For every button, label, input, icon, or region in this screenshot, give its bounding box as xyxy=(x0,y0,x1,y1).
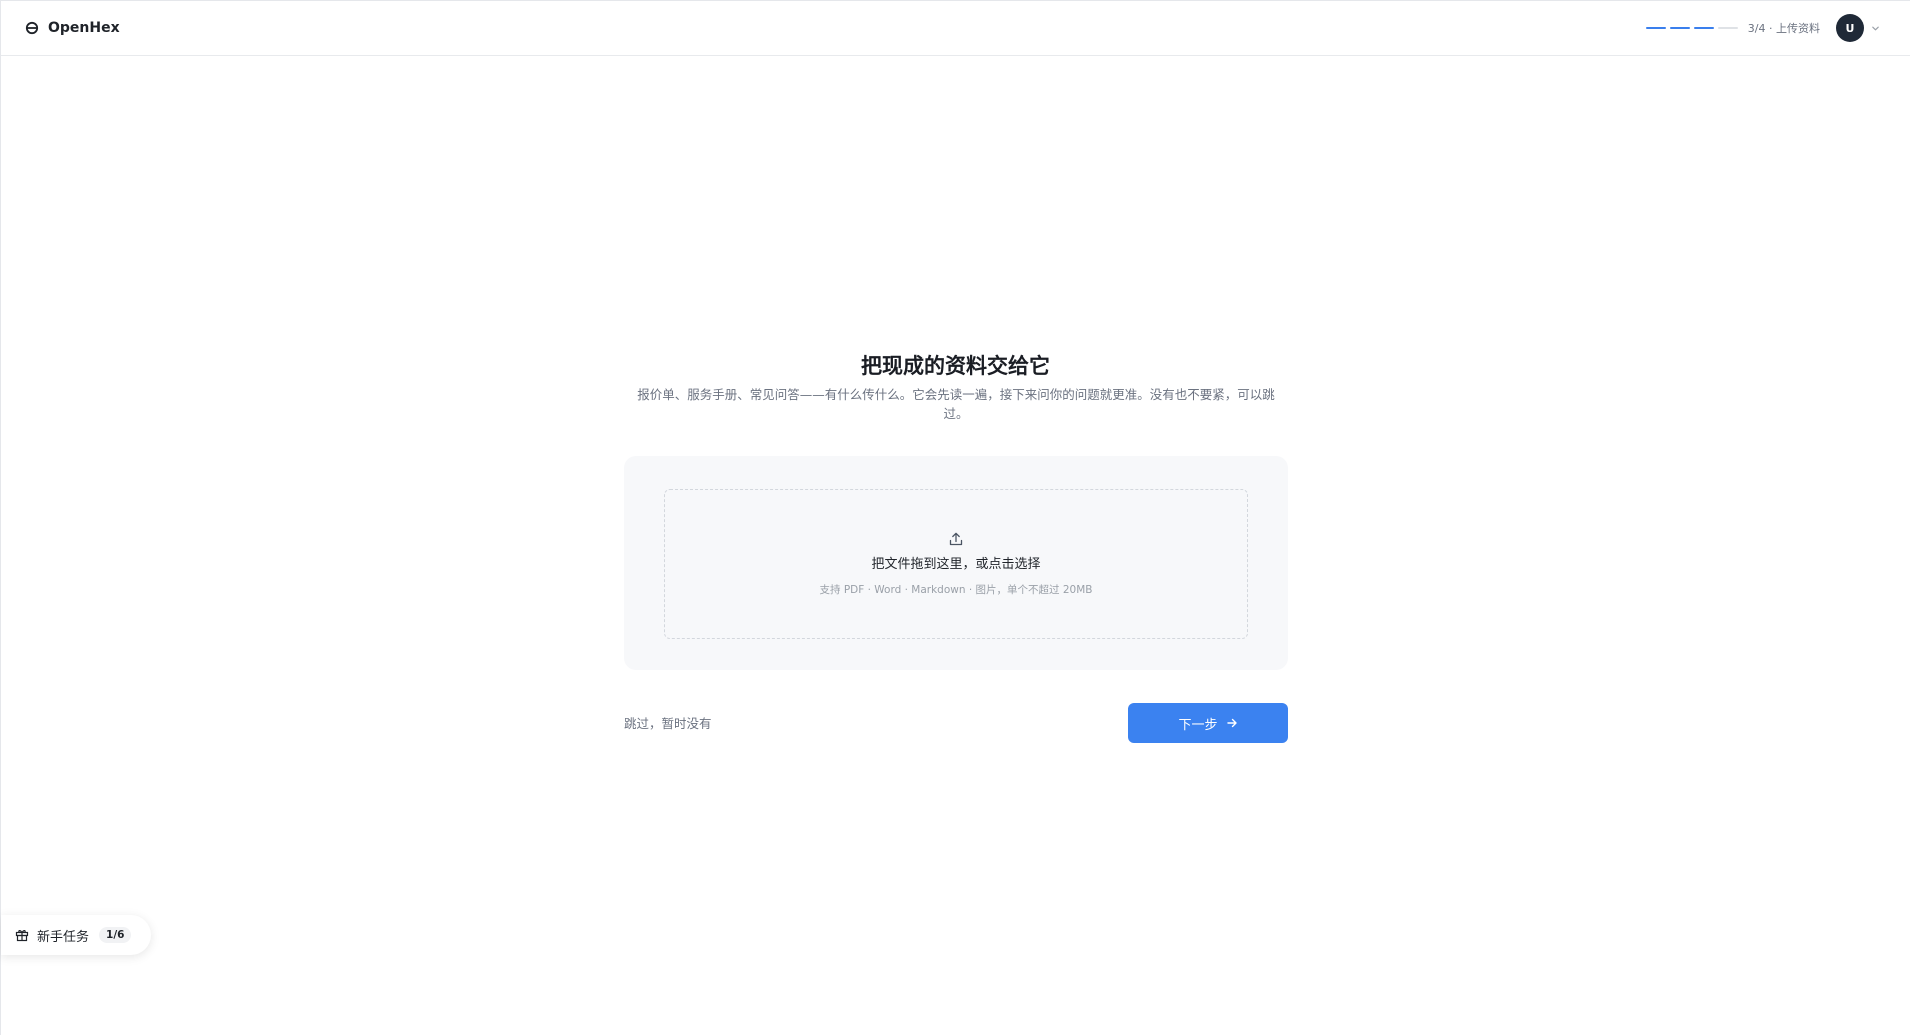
task-pill-label: 新手任务 xyxy=(37,929,90,945)
dropzone-prompt: 把文件拖到这里，或点击选择 xyxy=(871,557,1041,572)
novice-task-pill[interactable]: 新手任务 1/6 xyxy=(1,915,151,955)
dropzone-hint: 支持 PDF · Word · Markdown · 图片，单个不超过 20MB xyxy=(819,584,1093,596)
main-content: 把现成的资料交给它 报价单、服务手册、常见问答——有什么传什么。它会先读一遍，接… xyxy=(1,1,1910,1035)
arrow-right-icon xyxy=(1226,718,1237,728)
skip-link[interactable]: 跳过，暂时没有 xyxy=(624,713,712,732)
next-button-label: 下一步 xyxy=(1178,717,1218,733)
upload-icon xyxy=(949,532,963,546)
file-dropzone[interactable]: 把文件拖到这里，或点击选择 支持 PDF · Word · Markdown ·… xyxy=(664,489,1248,639)
task-count-badge: 1/6 xyxy=(99,927,132,943)
page-title: 把现成的资料交给它 xyxy=(861,354,1050,378)
page-subtitle: 报价单、服务手册、常见问答——有什么传什么。它会先读一遍，接下来问你的问题就更准… xyxy=(637,387,1275,421)
upload-card: 把文件拖到这里，或点击选择 支持 PDF · Word · Markdown ·… xyxy=(624,456,1288,670)
next-button[interactable]: 下一步 xyxy=(1128,703,1288,743)
gift-icon xyxy=(15,930,29,942)
app-window: OpenHex 3/4 · 上传资料 U 把现成的资料交给它 报价单、服务手册、… xyxy=(0,0,1910,1035)
